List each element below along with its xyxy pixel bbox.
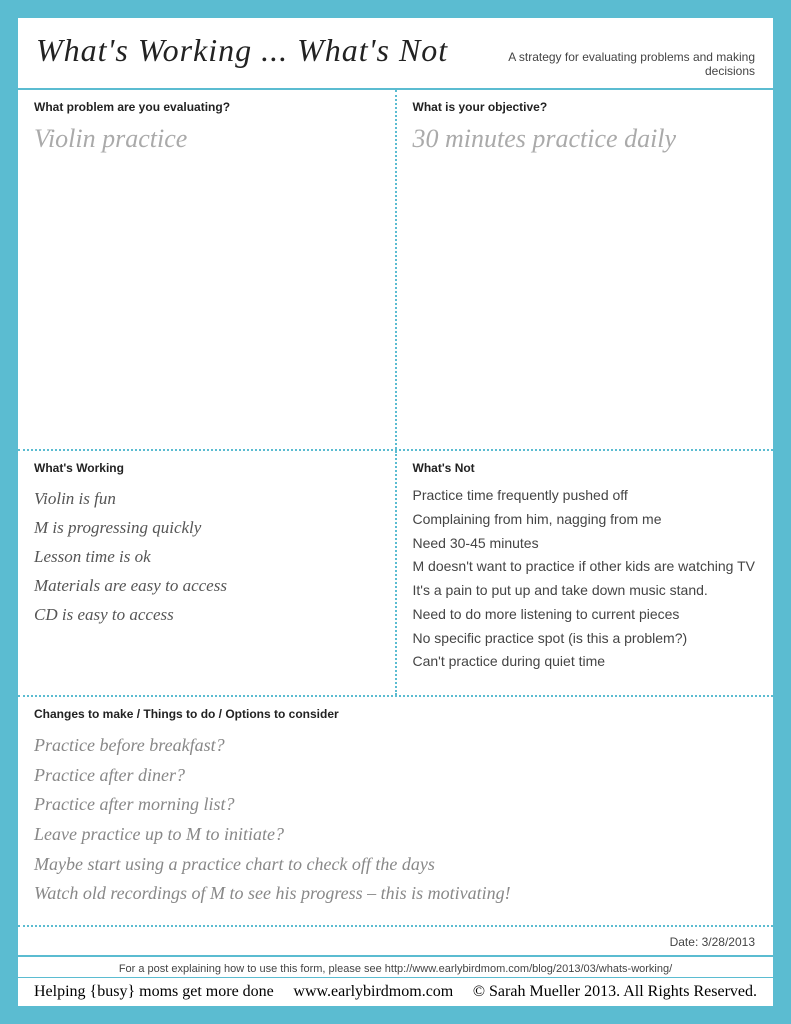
header: What's Working ... What's Not A strategy… <box>18 18 773 90</box>
not-col: What's Not Practice time frequently push… <box>397 451 774 695</box>
list-item: Practice after diner? <box>34 761 757 791</box>
list-item: CD is easy to access <box>34 601 379 630</box>
footer-top: For a post explaining how to use this fo… <box>18 957 773 978</box>
list-item: Practice before breakfast? <box>34 731 757 761</box>
footer-left: Helping {busy} moms get more done <box>34 983 274 1001</box>
not-label: What's Not <box>413 461 758 475</box>
working-list: Violin is fun M is progressing quickly L… <box>34 485 379 629</box>
list-item: No specific practice spot (is this a pro… <box>413 628 758 650</box>
list-item: Practice time frequently pushed off <box>413 485 758 507</box>
list-item: Need to do more listening to current pie… <box>413 604 758 626</box>
changes-section: Changes to make / Things to do / Options… <box>18 697 773 927</box>
working-not-section: What's Working Violin is fun M is progre… <box>18 451 773 697</box>
list-item: Materials are easy to access <box>34 572 379 601</box>
list-item: M doesn't want to practice if other kids… <box>413 556 758 578</box>
list-item: Watch old recordings of M to see his pro… <box>34 879 757 909</box>
list-item: Lesson time is ok <box>34 543 379 572</box>
footer-right: © Sarah Mueller 2013. All Rights Reserve… <box>473 983 757 1001</box>
working-col: What's Working Violin is fun M is progre… <box>18 451 397 695</box>
objective-label: What is your objective? <box>413 100 758 114</box>
footer: For a post explaining how to use this fo… <box>18 957 773 1006</box>
problem-col: What problem are you evaluating? Violin … <box>18 90 397 449</box>
footer-center: www.earlybirdmom.com <box>293 983 453 1001</box>
list-item: It's a pain to put up and take down musi… <box>413 580 758 602</box>
problem-objective-section: What problem are you evaluating? Violin … <box>18 90 773 451</box>
problem-value: Violin practice <box>34 124 379 154</box>
list-item: Need 30-45 minutes <box>413 533 758 555</box>
changes-label: Changes to make / Things to do / Options… <box>34 707 757 721</box>
date-row: Date: 3/28/2013 <box>18 927 773 957</box>
objective-value: 30 minutes practice daily <box>413 124 758 154</box>
list-item: Complaining from him, nagging from me <box>413 509 758 531</box>
problem-label: What problem are you evaluating? <box>34 100 379 114</box>
list-item: M is progressing quickly <box>34 514 379 543</box>
list-item: Leave practice up to M to initiate? <box>34 820 757 850</box>
objective-col: What is your objective? 30 minutes pract… <box>397 90 774 449</box>
page: What's Working ... What's Not A strategy… <box>18 18 773 1006</box>
list-item: Practice after morning list? <box>34 790 757 820</box>
date-value: Date: 3/28/2013 <box>670 935 755 949</box>
list-item: Can't practice during quiet time <box>413 651 758 673</box>
working-label: What's Working <box>34 461 379 475</box>
list-item: Maybe start using a practice chart to ch… <box>34 850 757 880</box>
footer-bottom: Helping {busy} moms get more done www.ea… <box>18 978 773 1006</box>
list-item: Violin is fun <box>34 485 379 514</box>
page-subtitle: A strategy for evaluating problems and m… <box>475 50 755 78</box>
not-list: Practice time frequently pushed off Comp… <box>413 485 758 673</box>
options-list: Practice before breakfast? Practice afte… <box>34 731 757 909</box>
page-title: What's Working ... What's Not <box>36 32 448 69</box>
